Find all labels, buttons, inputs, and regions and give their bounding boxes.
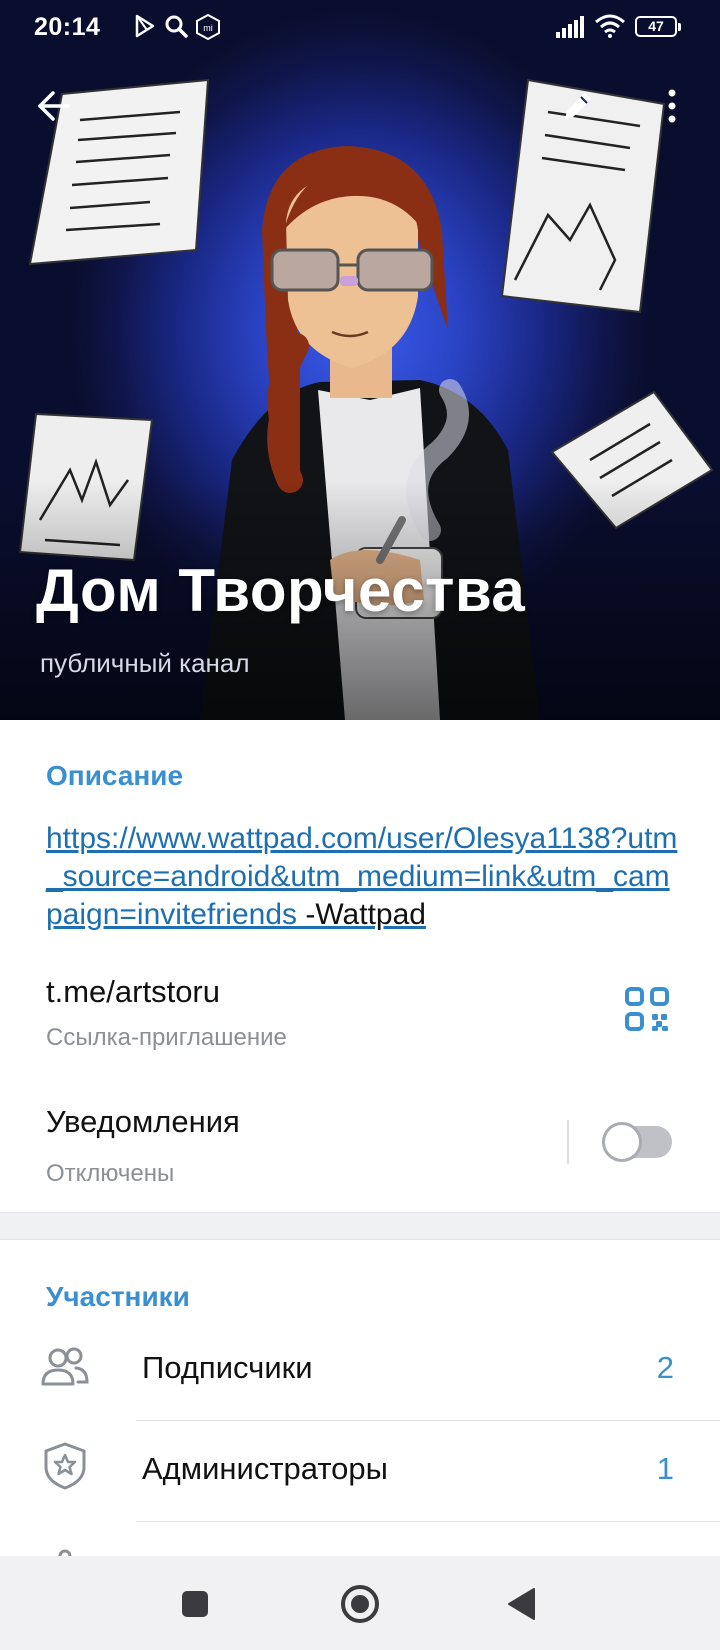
qr-code-icon[interactable] <box>624 986 670 1032</box>
home-circle-icon <box>341 1585 379 1623</box>
invite-link[interactable]: t.me/artstoru <box>46 974 220 1010</box>
member-row-admins[interactable]: Администраторы 1 <box>0 1421 720 1521</box>
home-button[interactable] <box>332 1576 388 1632</box>
edit-button[interactable] <box>550 78 606 134</box>
pencil-icon <box>565 93 591 119</box>
system-nav-bar <box>0 1556 720 1650</box>
square-icon <box>182 1591 208 1617</box>
member-count: 1 <box>656 1451 674 1486</box>
notifications-label: Уведомления <box>46 1104 240 1139</box>
invite-link-label: Ссылка-приглашение <box>46 1024 287 1051</box>
section-divider <box>0 1212 720 1240</box>
admin-shield-icon <box>44 1442 86 1490</box>
wifi-icon <box>595 14 625 38</box>
channel-type: публичный канал <box>40 648 250 678</box>
members-heading: Участники <box>46 1281 190 1312</box>
description-heading: Описание <box>46 760 184 791</box>
member-label: Администраторы <box>142 1451 388 1486</box>
back-nav-button[interactable] <box>494 1576 550 1632</box>
row-divider <box>567 1120 569 1164</box>
battery-icon: 47 <box>635 16 681 37</box>
row-separator <box>136 1521 720 1522</box>
back-button[interactable] <box>26 78 82 134</box>
search-icon <box>165 15 188 38</box>
recents-button[interactable] <box>167 1576 223 1632</box>
member-count: 2 <box>656 1350 674 1385</box>
more-menu-button[interactable] <box>644 78 700 134</box>
arrow-left-icon <box>38 91 70 121</box>
description-suffix: -Wattpad <box>297 898 426 931</box>
people-icon <box>41 1347 89 1386</box>
channel-title: Дом Творчества <box>36 557 526 624</box>
svg-text:mi: mi <box>203 23 213 33</box>
toggle-knob <box>602 1122 642 1162</box>
signal-icon <box>556 16 584 38</box>
play-store-icon <box>135 14 155 38</box>
person-icon <box>58 1549 72 1556</box>
notifications-state: Отключены <box>46 1160 175 1187</box>
member-row-subscribers[interactable]: Подписчики 2 <box>0 1320 720 1420</box>
triangle-back-icon <box>508 1588 535 1620</box>
mi-shield-icon: mi <box>196 14 220 40</box>
channel-cover[interactable]: 20:14 mi 47 Дом Творчества публичный кан… <box>0 0 720 720</box>
description-text: https://www.wattpad.com/user/Olesya1138?… <box>46 820 686 934</box>
member-label: Подписчики <box>142 1350 313 1385</box>
more-vertical-icon <box>668 89 676 123</box>
status-bar: 20:14 mi 47 <box>0 0 720 54</box>
notifications-toggle[interactable] <box>602 1122 672 1162</box>
status-time: 20:14 <box>34 13 101 41</box>
